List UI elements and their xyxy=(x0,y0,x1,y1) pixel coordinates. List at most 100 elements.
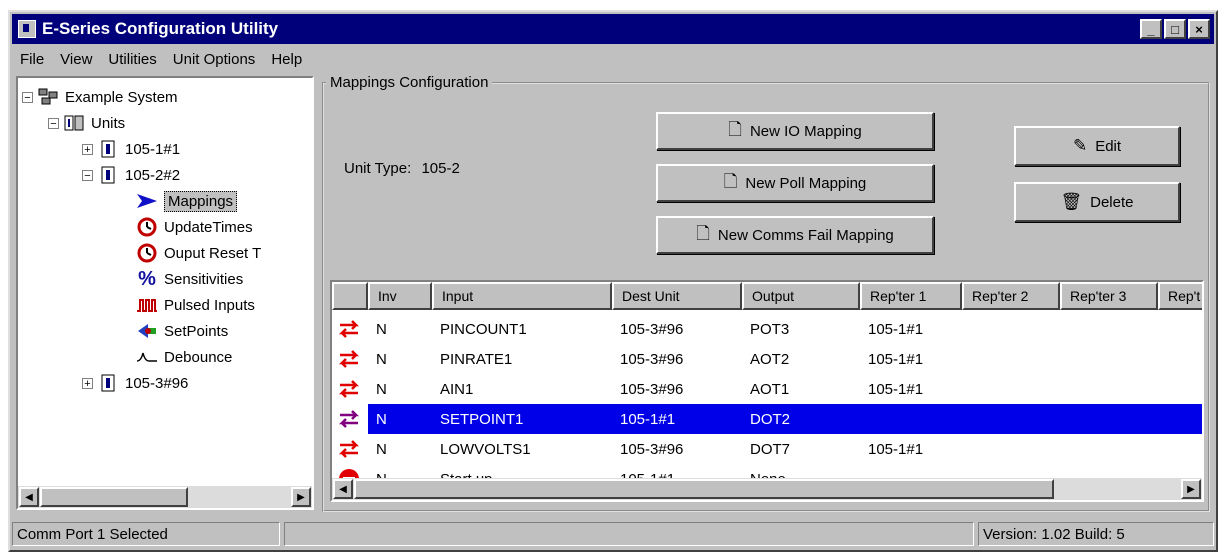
cell-output: DOT2 xyxy=(750,410,791,428)
new-io-mapping-button[interactable]: 🗋 New IO Mapping xyxy=(656,112,934,150)
tree-label-units: Units xyxy=(91,114,126,132)
percent-icon: % xyxy=(138,267,156,290)
cell-input: PINCOUNT1 xyxy=(440,320,527,338)
column-header-repeater-2[interactable]: Rep'ter 2 xyxy=(962,282,1060,310)
app-icon[interactable] xyxy=(18,20,36,38)
tree-item-debounce[interactable]: Debounce xyxy=(136,344,232,370)
pulse-icon xyxy=(136,295,158,315)
table-row[interactable]: N AIN1 105-3#96 AOT1 105-1#1 xyxy=(332,374,1202,404)
tree-item-output-reset[interactable]: Ouput Reset T xyxy=(136,240,261,266)
delete-button[interactable]: 🗑 Delete xyxy=(1014,182,1180,222)
cell-inv: N xyxy=(376,440,387,458)
cell-inv: N xyxy=(376,380,387,398)
edit-button[interactable]: ✎ Edit xyxy=(1014,126,1180,166)
tree-item-mappings[interactable]: Mappings xyxy=(136,188,238,214)
tree-label-debounce: Debounce xyxy=(164,348,233,366)
tree-item-setpoints[interactable]: SetPoints xyxy=(136,318,228,344)
clock-icon xyxy=(136,217,158,237)
tree-item-pulsed-inputs[interactable]: Pulsed Inputs xyxy=(136,292,255,318)
tree-item-unit-105-2[interactable]: − 105-2#2 xyxy=(82,162,180,188)
unit-icon xyxy=(97,165,119,185)
table-row[interactable]: N PINRATE1 105-3#96 AOT2 105-1#1 xyxy=(332,344,1202,374)
scroll-thumb[interactable] xyxy=(354,479,1054,499)
new-poll-mapping-button[interactable]: 🗋 New Poll Mapping xyxy=(656,164,934,202)
new-comms-fail-mapping-button[interactable]: 🗋 New Comms Fail Mapping xyxy=(656,216,934,254)
column-header-output[interactable]: Output xyxy=(742,282,860,310)
table-row[interactable]: N LOWVOLTS1 105-3#96 DOT7 105-1#1 xyxy=(332,434,1202,464)
menu-view[interactable]: View xyxy=(52,51,100,68)
collapse-icon[interactable]: − xyxy=(48,117,59,129)
mappings-table[interactable]: Inv Input Dest Unit Output Rep'ter 1 Rep… xyxy=(330,280,1204,502)
column-header-inv[interactable]: Inv xyxy=(368,282,432,310)
tree-horizontal-scrollbar[interactable]: ◀ ▶ xyxy=(18,486,312,508)
menu-file[interactable]: File xyxy=(12,51,52,68)
tree-label-unit3: 105-3#96 xyxy=(125,374,189,392)
tree-item-units[interactable]: − Units xyxy=(48,110,125,136)
scroll-left-icon[interactable]: ◀ xyxy=(333,479,353,499)
cell-inv: N xyxy=(376,410,387,428)
cell-input: PINRATE1 xyxy=(440,350,513,368)
table-horizontal-scrollbar[interactable]: ◀ ▶ xyxy=(332,478,1202,500)
expand-icon[interactable]: + xyxy=(82,377,93,389)
cell-dest: 105-3#96 xyxy=(620,380,684,398)
tree-item-unit-105-1[interactable]: + 105-1#1 xyxy=(82,136,180,162)
menu-help[interactable]: Help xyxy=(263,51,310,68)
trash-icon: 🗑 xyxy=(1060,192,1083,211)
cell-inv: N xyxy=(376,320,387,338)
new-document-icon: 🗋 xyxy=(696,223,710,243)
menu-utilities[interactable]: Utilities xyxy=(100,51,164,68)
cell-output: AOT1 xyxy=(750,380,790,398)
cell-dest: 105-3#96 xyxy=(620,320,684,338)
table-row-selected[interactable]: N SETPOINT1 105-1#1 DOT2 xyxy=(332,404,1202,434)
scroll-left-icon[interactable]: ◀ xyxy=(19,487,39,507)
tree-item-root[interactable]: − Example System xyxy=(22,84,178,110)
cell-rep1: 105-1#1 xyxy=(868,320,924,338)
column-header-dest-unit[interactable]: Dest Unit xyxy=(612,282,742,310)
cell-dest: 105-3#96 xyxy=(620,350,684,368)
waveform-icon xyxy=(136,347,158,367)
tree-label-sensitivities: Sensitivities xyxy=(164,270,244,288)
clock-icon xyxy=(136,243,158,263)
tree-label-output-reset: Ouput Reset T xyxy=(164,244,262,262)
scroll-right-icon[interactable]: ▶ xyxy=(1181,479,1201,499)
setpoint-icon xyxy=(136,321,158,341)
cell-input: AIN1 xyxy=(440,380,474,398)
scroll-thumb[interactable] xyxy=(40,487,188,507)
tree-label-setpoints: SetPoints xyxy=(164,322,229,340)
tree-item-unit-105-3[interactable]: + 105-3#96 xyxy=(82,370,188,396)
system-tree[interactable]: − Example System − Units + 105-1#1 − 105… xyxy=(16,76,314,510)
menu-bar: File View Utilities Unit Options Help xyxy=(12,46,1214,72)
close-button[interactable]: × xyxy=(1188,19,1210,39)
cell-rep1: 105-1#1 xyxy=(868,380,924,398)
new-document-icon: 🗋 xyxy=(723,171,738,191)
io-arrows-icon xyxy=(332,374,368,404)
column-header-repeater-4[interactable]: Rep't xyxy=(1158,282,1202,310)
app-window: E-Series Configuration Utility _ □ × Fil… xyxy=(8,10,1218,552)
tree-item-sensitivities[interactable]: % Sensitivities xyxy=(136,266,243,292)
tree-label-root: Example System xyxy=(65,88,178,106)
status-comm-port: Comm Port 1 Selected xyxy=(12,522,280,546)
menu-unit-options[interactable]: Unit Options xyxy=(165,51,264,68)
minimize-button[interactable]: _ xyxy=(1140,19,1162,39)
collapse-icon[interactable]: − xyxy=(22,91,33,103)
io-arrows-icon xyxy=(332,314,368,344)
column-header-repeater-3[interactable]: Rep'ter 3 xyxy=(1060,282,1158,310)
expand-icon[interactable]: + xyxy=(82,143,93,155)
tree-label-unit1: 105-1#1 xyxy=(125,140,181,158)
title-bar[interactable]: E-Series Configuration Utility _ □ × xyxy=(12,14,1214,44)
tree-label-updatetimes: UpdateTimes xyxy=(164,218,253,236)
column-header-repeater-1[interactable]: Rep'ter 1 xyxy=(860,282,962,310)
column-header-icon[interactable] xyxy=(332,282,368,310)
units-folder-icon xyxy=(63,113,85,133)
maximize-button[interactable]: □ xyxy=(1164,19,1186,39)
column-header-input[interactable]: Input xyxy=(432,282,612,310)
scroll-right-icon[interactable]: ▶ xyxy=(291,487,311,507)
tree-item-updatetimes[interactable]: UpdateTimes xyxy=(136,214,253,240)
tree-label-mappings: Mappings xyxy=(164,190,238,212)
new-document-icon: 🗋 xyxy=(728,119,742,139)
table-row[interactable]: N PINCOUNT1 105-3#96 POT3 105-1#1 xyxy=(332,314,1202,344)
table-header: Inv Input Dest Unit Output Rep'ter 1 Rep… xyxy=(332,282,1202,310)
cell-inv: N xyxy=(376,350,387,368)
collapse-icon[interactable]: − xyxy=(82,169,93,181)
window-title: E-Series Configuration Utility xyxy=(42,19,279,38)
